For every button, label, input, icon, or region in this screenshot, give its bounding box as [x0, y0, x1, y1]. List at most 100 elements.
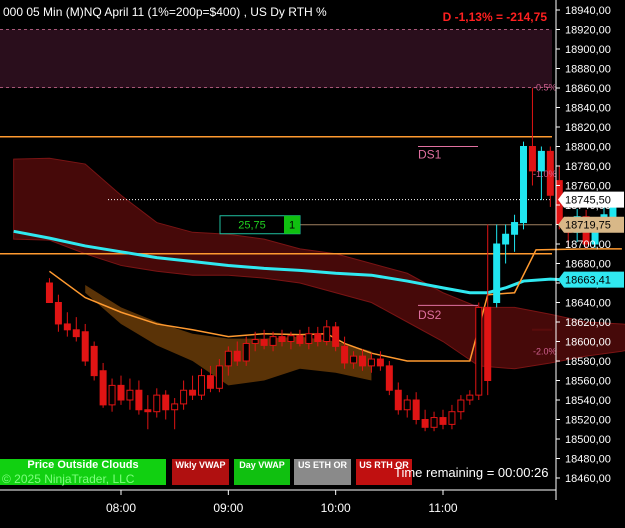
- candle-body: [287, 335, 295, 342]
- candle-body: [528, 146, 536, 172]
- percent-label: -2.0%: [533, 346, 557, 356]
- candle-body: [520, 146, 527, 224]
- candle-body: [278, 336, 286, 342]
- daily-pnl: D -1,13% = -214,75: [442, 10, 547, 24]
- price-tick-label: 18760,00: [565, 181, 611, 193]
- candle-body: [305, 333, 313, 344]
- candle-body: [269, 336, 277, 346]
- candle-body: [251, 339, 259, 344]
- day-vwap-button[interactable]: Day VWAP: [234, 459, 290, 485]
- percent-label: -0.5%: [533, 83, 557, 93]
- time-remaining: Time remaining = 00:00:26: [394, 465, 549, 480]
- price-tick-label: 18940,00: [565, 5, 611, 17]
- candle-body: [484, 306, 492, 381]
- candle-body: [242, 342, 250, 362]
- candle-body: [493, 243, 501, 303]
- candle-body: [457, 399, 465, 413]
- candle-body: [162, 394, 170, 411]
- order-count-value: 1: [289, 220, 295, 232]
- weekly-vwap-button[interactable]: Wkly VWAP: [172, 459, 229, 485]
- candle-body: [475, 306, 483, 396]
- candle-body: [323, 326, 331, 342]
- us-eth-or-button[interactable]: US ETH OR: [294, 459, 351, 485]
- candle: [385, 361, 393, 396]
- price-tick-label: 18580,00: [565, 356, 611, 368]
- candle-body: [466, 394, 474, 401]
- price-tick-label: 18540,00: [565, 395, 611, 407]
- price-tick-label: 18900,00: [565, 44, 611, 56]
- order-quantity-value: 25,75: [238, 220, 266, 232]
- price-tick-label: 18480,00: [565, 454, 611, 466]
- candle-body: [45, 282, 53, 303]
- price-tick-label: 18520,00: [565, 415, 611, 427]
- price-tick-label: 18680,00: [565, 259, 611, 271]
- candle-body: [403, 399, 411, 411]
- price-tick-label: 18460,00: [565, 473, 611, 485]
- candle-body: [108, 384, 116, 406]
- price-tick-label: 18600,00: [565, 337, 611, 349]
- price-tick-label: 18840,00: [565, 103, 611, 115]
- candle-body: [233, 350, 241, 362]
- candle-body: [421, 419, 429, 428]
- candle-body: [72, 329, 80, 338]
- last-price-label: 18745,50: [565, 195, 611, 207]
- order-box[interactable]: 25,75 1: [219, 215, 301, 235]
- copyright-text: © 2025 NinjaTrader, LLC: [2, 472, 135, 486]
- candle-body: [171, 403, 179, 411]
- candle-body: [296, 335, 304, 344]
- time-tick-label: 10:00: [321, 501, 351, 515]
- candle-body: [189, 389, 197, 396]
- candle-body: [448, 411, 456, 425]
- candle-body: [341, 345, 349, 364]
- vwap-price-label: 18663,41: [565, 275, 611, 287]
- price-tick-label: 18620,00: [565, 317, 611, 329]
- candle-body: [81, 331, 89, 362]
- candle-body: [144, 409, 152, 413]
- candle-body: [314, 333, 322, 343]
- price-tick-label: 18640,00: [565, 298, 611, 310]
- level-price-label: 18719,75: [565, 220, 611, 232]
- candle-body: [206, 375, 214, 389]
- time-tick-label: 11:00: [428, 501, 457, 515]
- annotation-ds1: DS1: [418, 147, 442, 161]
- annotation-ds2: DS2: [418, 308, 442, 322]
- candle-body: [215, 365, 223, 389]
- resistance-zone: [0, 29, 552, 88]
- price-tick-label: 18800,00: [565, 142, 611, 154]
- candle: [475, 302, 483, 400]
- candle-body: [153, 394, 161, 413]
- price-outside-clouds-label: Price Outside Clouds: [27, 459, 139, 471]
- candle-body: [367, 358, 375, 367]
- candle-body: [117, 384, 125, 401]
- candle-body: [430, 417, 438, 428]
- candle-body: [332, 326, 340, 347]
- price-tick-label: 18920,00: [565, 25, 611, 37]
- price-tick-label: 18860,00: [565, 83, 611, 95]
- price-chart[interactable]: DS1 DS2 -0.5% -1.0% -2.0% 18940,00 18920,00 18…: [0, 0, 625, 528]
- candle-body: [376, 358, 384, 367]
- price-tick-label: 18880,00: [565, 64, 611, 76]
- candle: [90, 341, 98, 381]
- candle-body: [54, 302, 62, 325]
- candle-body: [90, 345, 98, 377]
- candle-body: [412, 399, 420, 420]
- candle-body: [511, 222, 519, 235]
- price-tick-label: 18500,00: [565, 434, 611, 446]
- candle: [332, 322, 340, 352]
- candle-body: [180, 389, 188, 405]
- candle-body: [260, 339, 268, 346]
- percent-label: -1.0%: [533, 169, 557, 179]
- candle-body: [394, 389, 402, 411]
- price-tick-label: 18780,00: [565, 161, 611, 173]
- price-tick-label: 18560,00: [565, 376, 611, 388]
- candle-body: [63, 323, 71, 331]
- price-tick-label: 18820,00: [565, 122, 611, 134]
- chart-title: 000 05 Min (M)NQ April 11 (1%=200p=$400)…: [3, 5, 327, 19]
- candle-body: [502, 233, 510, 245]
- candle-body: [359, 355, 366, 367]
- time-tick-label: 08:00: [106, 501, 136, 515]
- candle-body: [126, 389, 134, 401]
- candle-body: [99, 370, 107, 406]
- price-tick-label: 18700,00: [565, 239, 611, 251]
- candle-body: [350, 355, 358, 364]
